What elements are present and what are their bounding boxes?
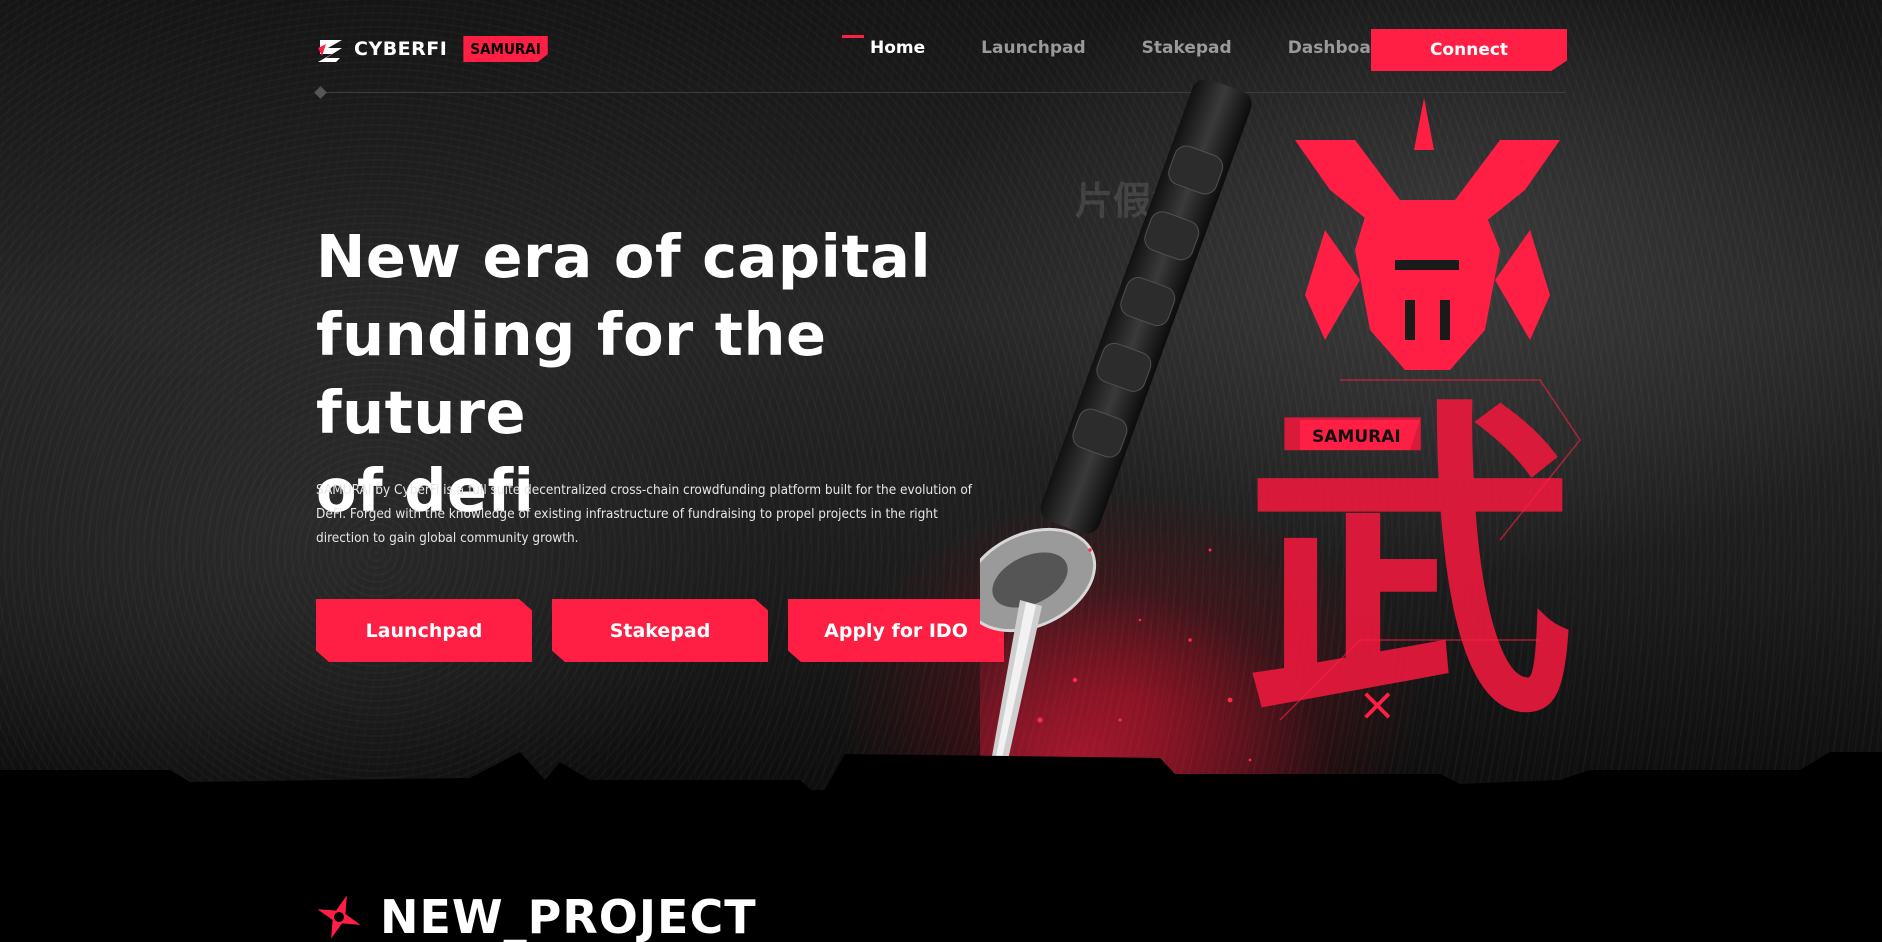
logo-badge: SAMURAI [463,36,548,62]
new-project-heading: NEW_PROJECT [316,890,757,942]
svg-text:×: × [1358,677,1397,731]
logo-text: CYBERFI [354,38,448,60]
nav-item-home[interactable]: Home [841,35,925,58]
kanji-graphic: 武 SAMURAI × [1245,374,1581,758]
hero-title-line: New era of capital [316,222,932,291]
logo[interactable]: CYBERFI SAMURAI [316,34,548,64]
hero-title-line: funding for the future [316,300,827,447]
cyberfi-logo-icon [318,40,342,62]
connect-button[interactable]: Connect [1371,29,1567,71]
nav-item-launchpad[interactable]: Launchpad [981,38,1086,58]
hero-description-line: SAMURAI by CyberFi is a full suite decen… [316,482,973,498]
hero-section: CYBERFI SAMURAI Home Launchpad Stakepad … [0,0,1882,790]
stakepad-button[interactable]: Stakepad [552,599,768,662]
main-nav: Home Launchpad Stakepad Dashboard [841,35,1447,58]
launchpad-button[interactable]: Launchpad [316,599,532,662]
shuriken-icon [317,895,361,939]
hero-description-line: direction to gain global community growt… [316,530,579,546]
samurai-mask-icon [1295,98,1560,370]
apply-for-ido-button[interactable]: Apply for IDO [788,599,1004,662]
samurai-banner-label: SAMURAI [1312,427,1401,447]
torn-edge-divider [0,752,1882,790]
samurai-artwork: 武 SAMURAI × [980,80,1581,790]
hero-description: SAMURAI by CyberFi is a full suite decen… [316,478,1016,550]
hero-cta-row: Launchpad Stakepad Apply for IDO [316,599,1004,662]
section-title: NEW_PROJECT [380,890,757,942]
hero-description-line: DeFi. Forged with the knowledge of exist… [316,506,938,522]
nav-item-stakepad[interactable]: Stakepad [1142,38,1232,58]
